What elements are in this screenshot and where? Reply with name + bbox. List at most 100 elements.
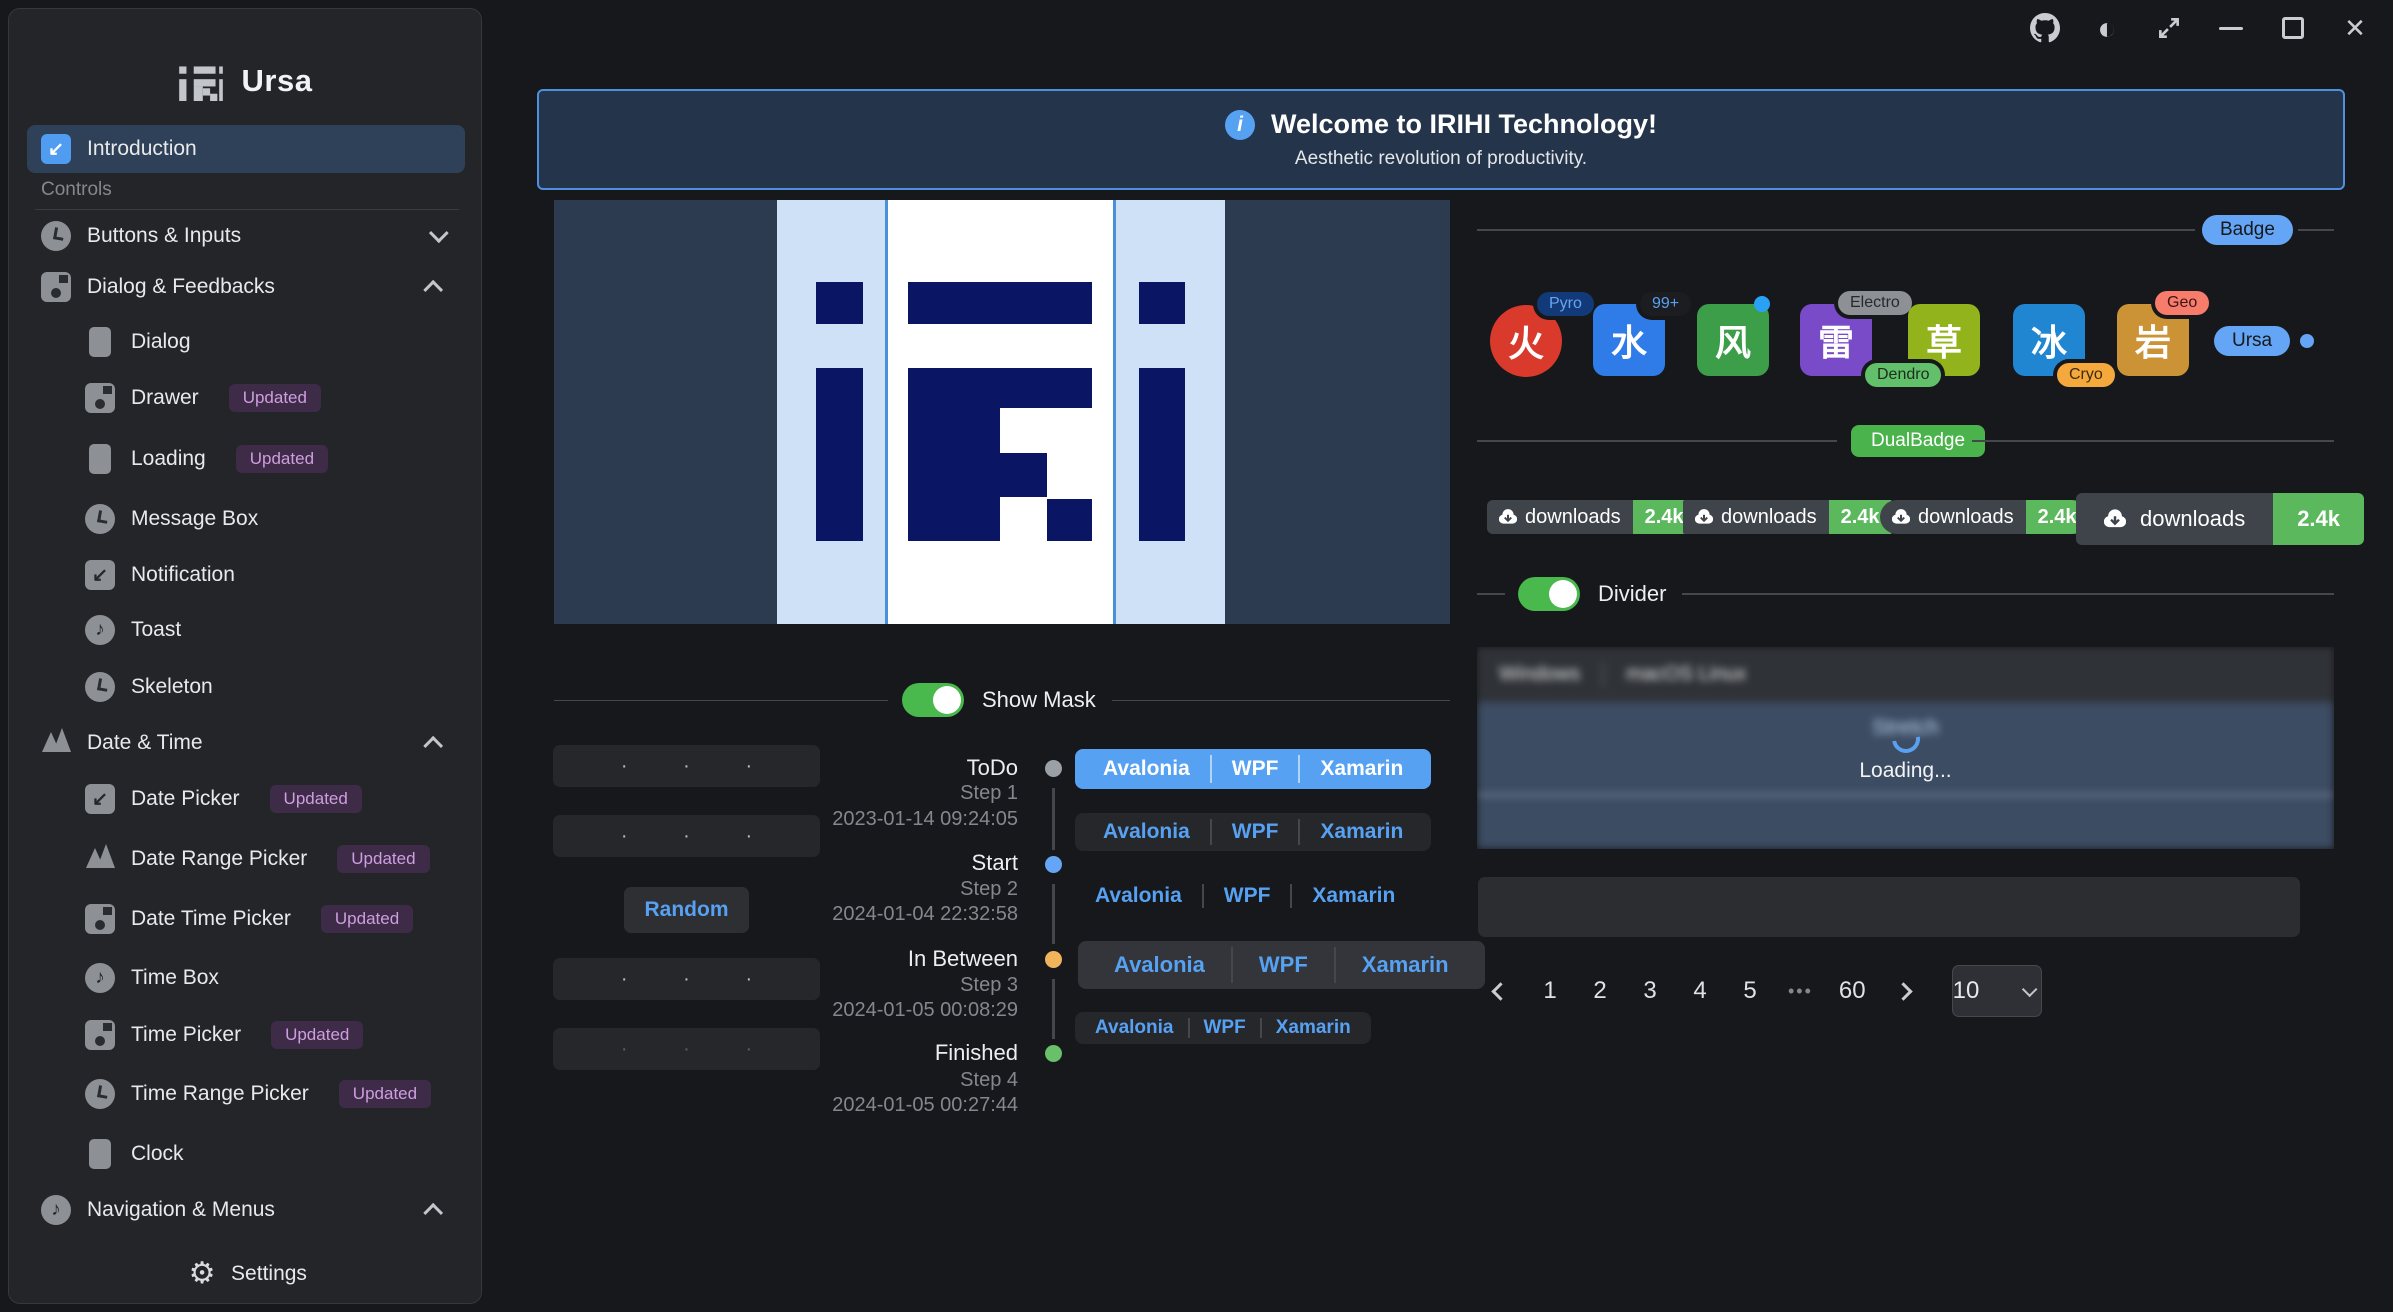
updated-badge: Updated [229, 384, 321, 412]
logo-pixel [1139, 368, 1185, 541]
sidebar-item-clock[interactable]: Clock [27, 1132, 465, 1176]
close-button[interactable]: ✕ [2337, 10, 2373, 46]
sidebar-item-date-time-picker[interactable]: Date Time Picker Updated [27, 897, 465, 941]
page-ellipsis[interactable]: ••• [1782, 969, 1819, 1013]
floppy-icon [85, 1020, 115, 1050]
option-xamarin[interactable]: Xamarin [1336, 952, 1475, 978]
updated-badge: Updated [236, 445, 328, 473]
divider-line [1972, 440, 2334, 442]
settings-button[interactable]: ⚙ Settings [10, 1246, 482, 1302]
sidebar-item-dialog[interactable]: Dialog [27, 320, 465, 364]
sidebar-item-toast[interactable]: ♪ Toast [27, 608, 465, 652]
option-xamarin[interactable]: Xamarin [1300, 820, 1423, 844]
arrow-square-icon: ↙ [85, 784, 115, 814]
chevron-down-icon [429, 223, 449, 243]
option-xamarin[interactable]: Xamarin [1300, 757, 1423, 781]
page-button-5[interactable]: 5 [1732, 969, 1768, 1013]
gear-icon: ⚙ [185, 1257, 219, 1291]
option-xamarin[interactable]: Xamarin [1292, 884, 1415, 908]
option-xamarin[interactable]: Xamarin [1262, 1017, 1365, 1039]
sidebar-item-loading[interactable]: Loading Updated [27, 437, 465, 481]
step-dot-finished [1045, 1045, 1062, 1062]
option-avalonia[interactable]: Avalonia [1075, 884, 1202, 908]
pagination: 1 2 3 4 5 ••• 60 10 [1482, 962, 2042, 1020]
page-button-3[interactable]: 3 [1632, 969, 1668, 1013]
empty-input-panel[interactable] [1478, 877, 2300, 937]
option-avalonia[interactable]: Avalonia [1083, 757, 1210, 781]
loading-text: Loading... [1859, 759, 1951, 783]
page-size-dropdown[interactable]: 10 [1952, 965, 2042, 1017]
updated-badge: Updated [271, 1021, 363, 1049]
option-avalonia[interactable]: Avalonia [1081, 1017, 1188, 1039]
sidebar-group-date-time[interactable]: Date & Time [27, 721, 465, 765]
divider-line [554, 700, 888, 701]
music-icon: ♪ [85, 963, 115, 993]
sidebar-item-date-range-picker[interactable]: Date Range Picker Updated [27, 837, 465, 881]
dualbadge-divider-pill: DualBadge [1851, 425, 1985, 457]
step-dot-in-between [1045, 951, 1062, 968]
badge-label-geo: Geo [2155, 291, 2209, 315]
loading-overlay: Loading... [1477, 647, 2334, 849]
step-name: ToDo [768, 755, 1018, 781]
divider-toggle[interactable] [1518, 577, 1580, 611]
page-button-1[interactable]: 1 [1532, 969, 1568, 1013]
page-button-60[interactable]: 60 [1833, 969, 1872, 1013]
sidebar-item-notification[interactable]: ↙ Notification [27, 553, 465, 597]
theme-toggle-icon[interactable]: ◐ [2089, 10, 2125, 46]
maximize-button[interactable] [2275, 10, 2311, 46]
sidebar-group-dialog-feedbacks[interactable]: Dialog & Feedbacks [27, 265, 465, 309]
page-button-2[interactable]: 2 [1582, 969, 1618, 1013]
badge-label-99plus: 99+ [1640, 292, 1691, 316]
banner-title: Welcome to IRIHI Technology! [1271, 109, 1657, 140]
download-icon [1695, 508, 1713, 526]
mask-guide-line [1113, 200, 1116, 624]
step-time: 2024-01-05 00:27:44 [768, 1094, 1018, 1117]
sidebar-item-date-picker[interactable]: ↙ Date Picker Updated [27, 777, 465, 821]
irihi-logo-mask-panel [554, 200, 1450, 624]
step-label: Step 3 [768, 974, 1018, 997]
page-button-4[interactable]: 4 [1682, 969, 1718, 1013]
option-avalonia[interactable]: Avalonia [1088, 952, 1231, 978]
chevron-up-icon [423, 280, 443, 300]
downloads-badge: downloads 2.4k [1880, 500, 2089, 534]
option-wpf[interactable]: WPF [1212, 820, 1299, 844]
step-connector [1052, 788, 1055, 850]
option-wpf[interactable]: WPF [1204, 884, 1291, 908]
trees-icon [41, 728, 71, 758]
logo-pixel [908, 408, 1000, 541]
random-button[interactable]: Random [624, 887, 749, 933]
step-connector [1052, 979, 1055, 1039]
step-label: Step 1 [768, 782, 1018, 805]
option-wpf[interactable]: WPF [1190, 1017, 1260, 1039]
step-name: Start [768, 850, 1018, 876]
phone-icon [89, 327, 111, 357]
sidebar-group-buttons-inputs[interactable]: Buttons & Inputs [27, 214, 465, 258]
updated-badge: Updated [339, 1080, 431, 1108]
option-wpf[interactable]: WPF [1212, 757, 1299, 781]
fullscreen-icon[interactable] [2151, 10, 2187, 46]
introduction-icon: ↙ [41, 134, 71, 164]
divider-line [1477, 440, 1837, 442]
step-name: Finished [768, 1040, 1018, 1066]
clock-icon [85, 1079, 115, 1109]
prev-page-button[interactable] [1482, 969, 1518, 1013]
minimize-button[interactable] [2213, 10, 2249, 46]
sidebar-item-drawer[interactable]: Drawer Updated [27, 376, 465, 420]
downloads-badge: downloads 2.4k [2076, 493, 2364, 545]
option-avalonia[interactable]: Avalonia [1083, 820, 1210, 844]
sidebar-item-time-range-picker[interactable]: Time Range Picker Updated [27, 1072, 465, 1116]
sidebar-item-skeleton[interactable]: Skeleton [27, 665, 465, 709]
sidebar-item-message-box[interactable]: Message Box [27, 497, 465, 541]
sidebar-item-time-picker[interactable]: Time Picker Updated [27, 1013, 465, 1057]
show-mask-toggle[interactable] [902, 683, 964, 717]
next-page-button[interactable] [1886, 969, 1922, 1013]
downloads-badge: downloads 2.4k [1683, 500, 1892, 534]
sidebar: Ursa ↙ Introduction Controls Buttons & I… [8, 8, 482, 1304]
sidebar-item-introduction[interactable]: ↙ Introduction [27, 125, 465, 173]
github-icon[interactable] [2027, 10, 2063, 46]
divider-label: Divider [1598, 581, 1666, 607]
option-wpf[interactable]: WPF [1233, 952, 1334, 978]
info-icon: i [1225, 110, 1255, 140]
sidebar-item-time-box[interactable]: ♪ Time Box [27, 956, 465, 1000]
sidebar-group-navigation-menus[interactable]: ♪ Navigation & Menus [27, 1188, 465, 1232]
